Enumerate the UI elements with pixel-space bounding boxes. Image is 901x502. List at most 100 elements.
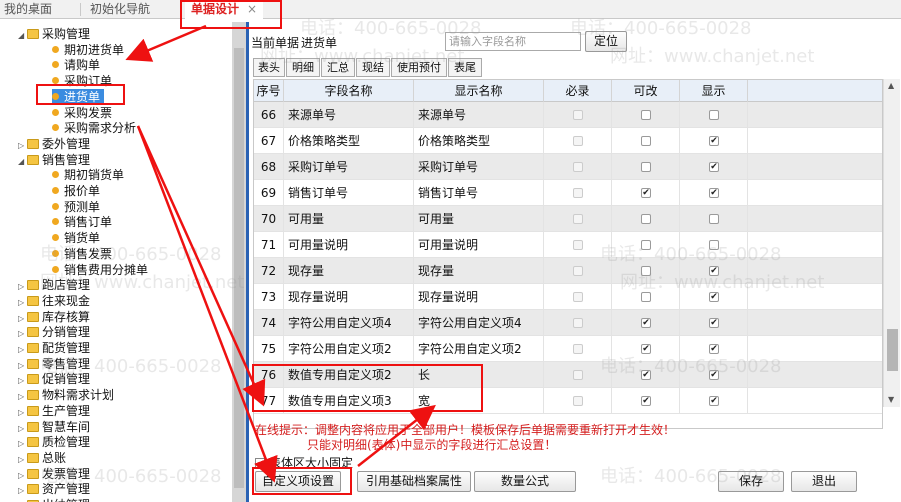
cell-display[interactable]: 可用量 <box>414 206 544 232</box>
show-checkbox[interactable]: ✔ <box>709 188 719 198</box>
edit-checkbox[interactable]: ✔ <box>641 318 651 328</box>
req-checkbox[interactable] <box>573 162 583 172</box>
edit-checkbox[interactable] <box>641 136 651 146</box>
tree-folder[interactable]: ▷ 资产管理 <box>18 481 90 497</box>
req-checkbox[interactable] <box>573 240 583 250</box>
section-tab[interactable]: 使用预付 <box>391 58 447 77</box>
cell-display[interactable]: 来源单号 <box>414 102 544 128</box>
show-checkbox[interactable]: ✔ <box>709 318 719 328</box>
edit-checkbox[interactable]: ✔ <box>641 370 651 380</box>
req-checkbox[interactable] <box>573 188 583 198</box>
table-row[interactable]: 70 可用量 可用量 <box>254 206 882 232</box>
tab-init-nav[interactable]: 初始化导航 <box>90 0 150 19</box>
show-checkbox[interactable] <box>709 110 719 120</box>
tree-folder[interactable]: ▷ 跑店管理 <box>18 277 90 293</box>
tree-folder[interactable]: ▷ 促销管理 <box>18 371 90 387</box>
tree-folder[interactable]: ▷ 生产管理 <box>18 403 90 419</box>
scroll-down-icon[interactable]: ▼ <box>888 395 894 404</box>
table-row[interactable]: 67 价格策略类型 价格策略类型 ✔ <box>254 128 882 154</box>
tree-scrollbar-thumb[interactable] <box>234 48 244 488</box>
cell-display[interactable]: 现存量说明 <box>414 284 544 310</box>
show-checkbox[interactable] <box>709 240 719 250</box>
tree-item[interactable]: 报价单 <box>52 183 100 199</box>
tree-item[interactable]: 销售订单 <box>52 214 112 230</box>
section-tab[interactable]: 明细 <box>286 58 320 77</box>
grid-scrollbar[interactable]: ▲ ▼ <box>883 79 900 407</box>
tree-folder[interactable]: ▷ 物料需求计划 <box>18 387 114 403</box>
save-button[interactable]: 保存 <box>718 471 784 492</box>
quantity-formula-button[interactable]: 数量公式 <box>474 471 576 492</box>
tree-scrollbar[interactable] <box>232 22 246 502</box>
tree-item[interactable]: 销售费用分摊单 <box>52 262 148 278</box>
tree-folder[interactable]: ▷ 往来现金 <box>18 293 90 309</box>
show-checkbox[interactable]: ✔ <box>709 292 719 302</box>
table-row[interactable]: 75 字符公用自定义项2 字符公用自定义项2 ✔ ✔ <box>254 336 882 362</box>
tab-my-desktop[interactable]: 我的桌面 <box>4 0 52 19</box>
edit-checkbox[interactable]: ✔ <box>641 396 651 406</box>
column-header[interactable]: 显示名称 <box>414 80 544 102</box>
column-header[interactable]: 字段名称 <box>284 80 414 102</box>
tree-folder[interactable]: ▷ 委外管理 <box>18 136 90 152</box>
edit-checkbox[interactable]: ✔ <box>641 344 651 354</box>
show-checkbox[interactable] <box>709 214 719 224</box>
edit-checkbox[interactable] <box>641 110 651 120</box>
tree-item[interactable]: 期初销货单 <box>52 167 124 183</box>
tree-item[interactable]: 销售发票 <box>52 246 112 262</box>
show-checkbox[interactable]: ✔ <box>709 370 719 380</box>
tree-item[interactable]: 采购发票 <box>52 105 112 121</box>
table-row[interactable]: 71 可用量说明 可用量说明 <box>254 232 882 258</box>
cell-display[interactable]: 销售订单号 <box>414 180 544 206</box>
tree-item[interactable]: 采购需求分析 <box>52 120 136 136</box>
tree-item[interactable]: 期初进货单 <box>52 42 124 58</box>
grid-scrollbar-thumb[interactable] <box>887 329 898 371</box>
table-row[interactable]: 72 现存量 现存量 ✔ <box>254 258 882 284</box>
exit-button[interactable]: 退出 <box>791 471 857 492</box>
tree-folder[interactable]: ◢ 销售管理 <box>18 152 90 168</box>
tree-item[interactable]: 请购单 <box>52 57 100 73</box>
tree-folder[interactable]: ▷ 分销管理 <box>18 324 90 340</box>
collapse-icon[interactable]: ◢ <box>18 28 27 44</box>
reference-archive-attr-button[interactable]: 引用基础档案属性 <box>357 471 471 492</box>
edit-checkbox[interactable] <box>641 214 651 224</box>
show-checkbox[interactable]: ✔ <box>709 162 719 172</box>
table-row[interactable]: 68 采购订单号 采购订单号 ✔ <box>254 154 882 180</box>
req-checkbox[interactable] <box>573 266 583 276</box>
show-checkbox[interactable]: ✔ <box>709 266 719 276</box>
req-checkbox[interactable] <box>573 110 583 120</box>
cell-display[interactable]: 字符公用自定义项4 <box>414 310 544 336</box>
req-checkbox[interactable] <box>573 344 583 354</box>
show-checkbox[interactable]: ✔ <box>709 344 719 354</box>
table-row[interactable]: 69 销售订单号 销售订单号 ✔ ✔ <box>254 180 882 206</box>
collapse-icon[interactable]: ◢ <box>18 154 27 170</box>
tree-folder[interactable]: ▷ 智慧车间 <box>18 419 90 435</box>
req-checkbox[interactable] <box>573 136 583 146</box>
cell-display[interactable]: 字符公用自定义项2 <box>414 336 544 362</box>
column-header[interactable]: 显示 <box>680 80 748 102</box>
cell-display[interactable]: 现存量 <box>414 258 544 284</box>
tree-item[interactable]: 销货单 <box>52 230 100 246</box>
tree-folder[interactable]: ▷出纳管理 <box>18 497 90 502</box>
cell-display[interactable]: 采购订单号 <box>414 154 544 180</box>
tree-folder[interactable]: ◢ 采购管理 <box>18 26 90 42</box>
section-tab[interactable]: 现结 <box>356 58 390 77</box>
edit-checkbox[interactable] <box>641 162 651 172</box>
cell-display[interactable]: 可用量说明 <box>414 232 544 258</box>
tree-item[interactable]: 预测单 <box>52 199 100 215</box>
tree-folder[interactable]: ▷ 库存核算 <box>18 309 90 325</box>
column-header[interactable]: 可改 <box>612 80 680 102</box>
table-row[interactable]: 73 现存量说明 现存量说明 ✔ <box>254 284 882 310</box>
tree-folder[interactable]: ▷ 总账 <box>18 450 66 466</box>
tree-folder[interactable]: ▷ 零售管理 <box>18 356 90 372</box>
cell-display[interactable]: 价格策略类型 <box>414 128 544 154</box>
show-checkbox[interactable]: ✔ <box>709 136 719 146</box>
column-header[interactable]: 必录 <box>544 80 612 102</box>
edit-checkbox[interactable] <box>641 292 651 302</box>
tree-folder[interactable]: ▷ 质检管理 <box>18 434 90 450</box>
section-tab[interactable]: 表头 <box>253 58 285 77</box>
table-row[interactable]: 66 来源单号 来源单号 <box>254 102 882 128</box>
req-checkbox[interactable] <box>573 214 583 224</box>
section-tab[interactable]: 表尾 <box>448 58 482 77</box>
req-checkbox[interactable] <box>573 370 583 380</box>
tree-folder[interactable]: ▷ 配货管理 <box>18 340 90 356</box>
req-checkbox[interactable] <box>573 396 583 406</box>
